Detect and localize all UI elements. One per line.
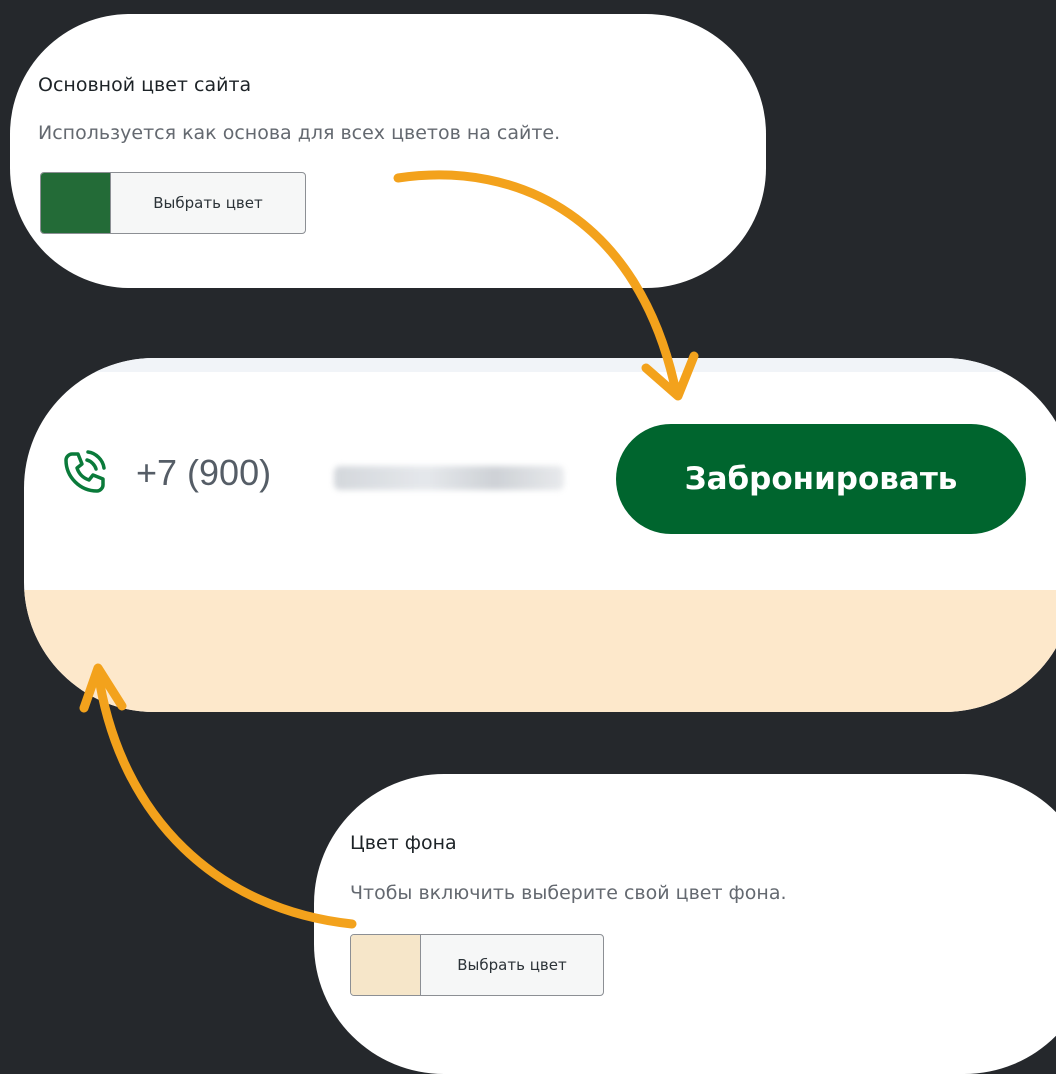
background-color-select-button[interactable]: Выбрать цвет: [421, 935, 603, 995]
phone-number[interactable]: +7 (900): [136, 452, 271, 494]
site-preview-card: +7 (900) Забронировать: [24, 358, 1056, 712]
primary-color-title: Основной цвет сайта: [38, 74, 252, 96]
primary-color-swatch[interactable]: [41, 173, 111, 233]
background-color-picker[interactable]: Выбрать цвет: [350, 934, 604, 996]
phone-number-blurred-part: [334, 466, 564, 490]
background-color-title: Цвет фона: [350, 832, 457, 854]
preview-background-area: [24, 590, 1056, 712]
background-color-setting-card: Цвет фона Чтобы включить выберите свой ц…: [314, 774, 1056, 1074]
background-color-swatch[interactable]: [351, 935, 421, 995]
primary-color-description: Используется как основа для всех цветов …: [38, 122, 561, 144]
background-color-description: Чтобы включить выберите свой цвет фона.: [350, 882, 787, 904]
book-button[interactable]: Забронировать: [616, 424, 1026, 534]
phone-icon: [64, 450, 106, 493]
preview-top-strip: [24, 358, 1056, 372]
primary-color-picker[interactable]: Выбрать цвет: [40, 172, 306, 234]
primary-color-select-button[interactable]: Выбрать цвет: [111, 173, 305, 233]
primary-color-setting-card: Основной цвет сайта Используется как осн…: [10, 14, 766, 288]
